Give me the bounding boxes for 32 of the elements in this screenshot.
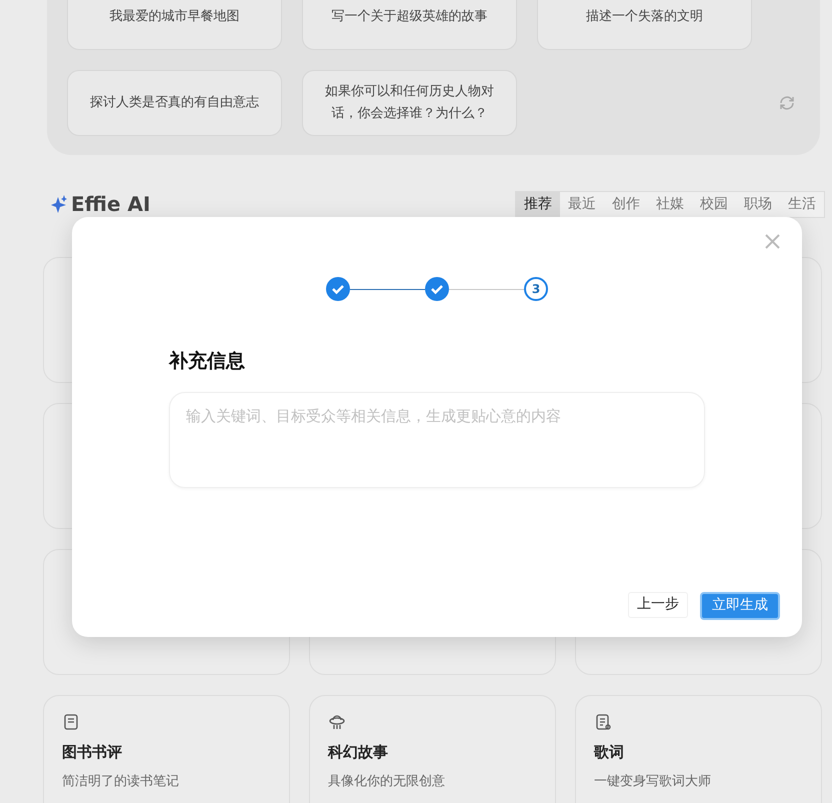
prompt-chip[interactable]: 描述一个失落的文明 — [537, 0, 752, 50]
prompt-chip[interactable]: 如果你可以和任何历史人物对话，你会选择谁？为什么？ — [302, 70, 517, 136]
dialog-title: 补充信息 — [169, 349, 246, 374]
brand-name: Effie AI — [71, 191, 150, 218]
card-description: 具像化你的无限创意 — [328, 772, 445, 790]
card-description: 一键变身写歌词大师 — [594, 772, 711, 790]
sparkle-icon — [51, 195, 67, 213]
document-icon — [62, 713, 80, 731]
step-number: 3 — [524, 277, 548, 301]
category-tab[interactable]: 职场 — [736, 192, 780, 216]
category-tab[interactable]: 创作 — [604, 192, 648, 216]
category-tab[interactable]: 最近 — [560, 192, 604, 216]
category-tab[interactable]: 生活 — [780, 192, 824, 216]
prompt-chip[interactable]: 我最爱的城市早餐地图 — [67, 0, 282, 50]
back-button[interactable]: 上一步 — [628, 592, 688, 618]
category-tab[interactable]: 社媒 — [648, 192, 692, 216]
close-icon[interactable] — [765, 234, 780, 249]
ufo-icon — [328, 713, 346, 731]
category-tab[interactable]: 校园 — [692, 192, 736, 216]
category-tab[interactable]: 推荐 — [516, 192, 560, 216]
refresh-icon[interactable] — [778, 94, 796, 112]
template-card[interactable]: 科幻故事 具像化你的无限创意 — [309, 695, 556, 803]
document-icon — [594, 713, 612, 731]
prompt-chip[interactable]: 写一个关于超级英雄的故事 — [302, 0, 517, 50]
template-card[interactable]: 图书书评 简洁明了的读书笔记 — [43, 695, 290, 803]
card-title: 歌词 — [594, 742, 624, 763]
card-title: 图书书评 — [62, 742, 122, 763]
template-card[interactable]: 歌词 一键变身写歌词大师 — [575, 695, 822, 803]
input-field[interactable]: 输入关键词、目标受众等相关信息，生成更贴心意的内容 — [169, 392, 705, 488]
card-description: 简洁明了的读书笔记 — [62, 772, 179, 790]
card-title: 科幻故事 — [328, 742, 388, 763]
prompt-chip[interactable]: 探讨人类是否真的有自由意志 — [67, 70, 282, 136]
